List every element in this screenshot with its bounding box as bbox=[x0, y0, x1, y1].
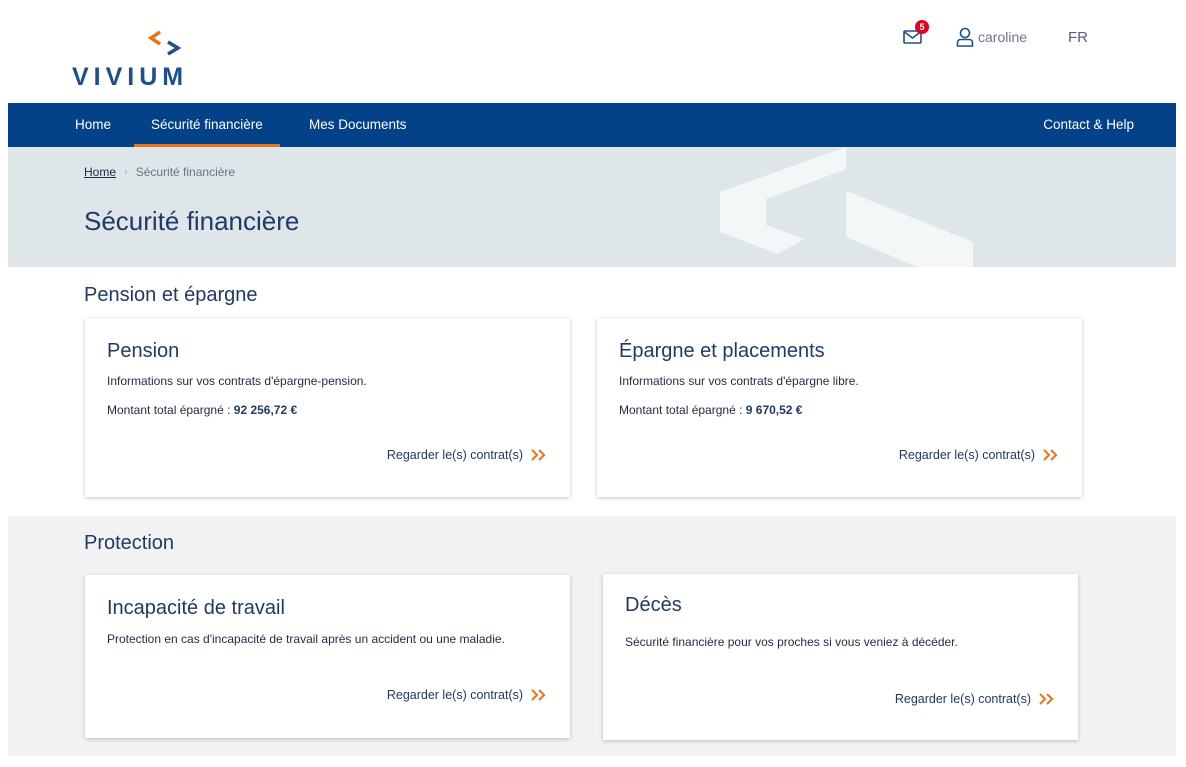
card-incapacite-travail: Incapacité de travail Protection en cas … bbox=[85, 575, 570, 738]
view-contracts-link[interactable]: Regarder le(s) contrat(s) bbox=[895, 692, 1054, 706]
card-description: Informations sur vos contrats d'épargne … bbox=[619, 374, 859, 388]
card-title: Incapacité de travail bbox=[107, 597, 285, 619]
breadcrumb: Home › Sécurité financière bbox=[84, 165, 235, 179]
card-description: Sécurité financière pour vos proches si … bbox=[625, 635, 958, 649]
user-icon bbox=[956, 27, 974, 47]
amount-value: 92 256,72 € bbox=[233, 403, 298, 417]
section-title-protection: Protection bbox=[84, 532, 175, 554]
card-epargne-placements: Épargne et placements Informations sur v… bbox=[597, 318, 1082, 497]
card-title: Pension bbox=[107, 340, 180, 362]
nav-item-securite-financiere[interactable]: Sécurité financière bbox=[134, 103, 280, 147]
amount-label: Montant total épargné : bbox=[107, 403, 231, 417]
amount-label: Montant total épargné : bbox=[619, 403, 743, 417]
amount-value: 9 670,52 € bbox=[745, 403, 803, 417]
card-description: Informations sur vos contrats d'épargne-… bbox=[107, 374, 367, 388]
card-pension: Pension Informations sur vos contrats d'… bbox=[85, 318, 570, 497]
view-contracts-link[interactable]: Regarder le(s) contrat(s) bbox=[387, 688, 546, 702]
language-selector[interactable]: FR bbox=[1068, 29, 1088, 46]
card-title: Décès bbox=[625, 594, 682, 616]
nav-item-home[interactable]: Home bbox=[75, 103, 111, 147]
breadcrumb-current: Sécurité financière bbox=[135, 165, 236, 179]
logo-wordmark: VIVIUM bbox=[72, 63, 189, 91]
site-header: VIVIUM 5 caroline FR bbox=[0, 0, 1186, 103]
main-nav: Home Sécurité financière Mes Documents C… bbox=[8, 103, 1176, 147]
section-title-pension: Pension et épargne bbox=[84, 284, 258, 306]
username: caroline bbox=[978, 29, 1028, 45]
logo-chevrons-icon bbox=[148, 30, 182, 56]
link-label: Regarder le(s) contrat(s) bbox=[898, 448, 1035, 462]
link-label: Regarder le(s) contrat(s) bbox=[894, 692, 1031, 706]
vivium-logo[interactable]: VIVIUM bbox=[72, 30, 212, 91]
card-amount: Montant total épargné : 9 670,52 € bbox=[619, 403, 802, 417]
page-title: Sécurité financière bbox=[84, 206, 300, 236]
double-chevron-right-icon bbox=[1043, 449, 1058, 461]
double-chevron-right-icon bbox=[1039, 693, 1054, 705]
nav-item-mes-documents[interactable]: Mes Documents bbox=[309, 103, 407, 147]
link-label: Regarder le(s) contrat(s) bbox=[386, 448, 523, 462]
page-banner: Home › Sécurité financière Sécurité fina… bbox=[8, 147, 1176, 267]
notification-badge: 5 bbox=[915, 20, 929, 34]
banner-chevron-decoration bbox=[720, 147, 973, 267]
nav-item-contact-help[interactable]: Contact & Help bbox=[1043, 103, 1134, 147]
double-chevron-right-icon bbox=[531, 449, 546, 461]
breadcrumb-home-link[interactable]: Home bbox=[84, 165, 116, 179]
breadcrumb-separator-icon: › bbox=[124, 166, 128, 178]
card-title: Épargne et placements bbox=[619, 340, 825, 362]
card-description: Protection en cas d'incapacité de travai… bbox=[107, 632, 505, 646]
link-label: Regarder le(s) contrat(s) bbox=[386, 688, 523, 702]
double-chevron-right-icon bbox=[531, 689, 546, 701]
view-contracts-link[interactable]: Regarder le(s) contrat(s) bbox=[899, 448, 1058, 462]
view-contracts-link[interactable]: Regarder le(s) contrat(s) bbox=[387, 448, 546, 462]
card-deces: Décès Sécurité financière pour vos proch… bbox=[603, 574, 1078, 740]
user-menu[interactable]: caroline bbox=[956, 27, 1027, 47]
messages-button[interactable]: 5 bbox=[903, 20, 929, 46]
card-amount: Montant total épargné : 92 256,72 € bbox=[107, 403, 297, 417]
